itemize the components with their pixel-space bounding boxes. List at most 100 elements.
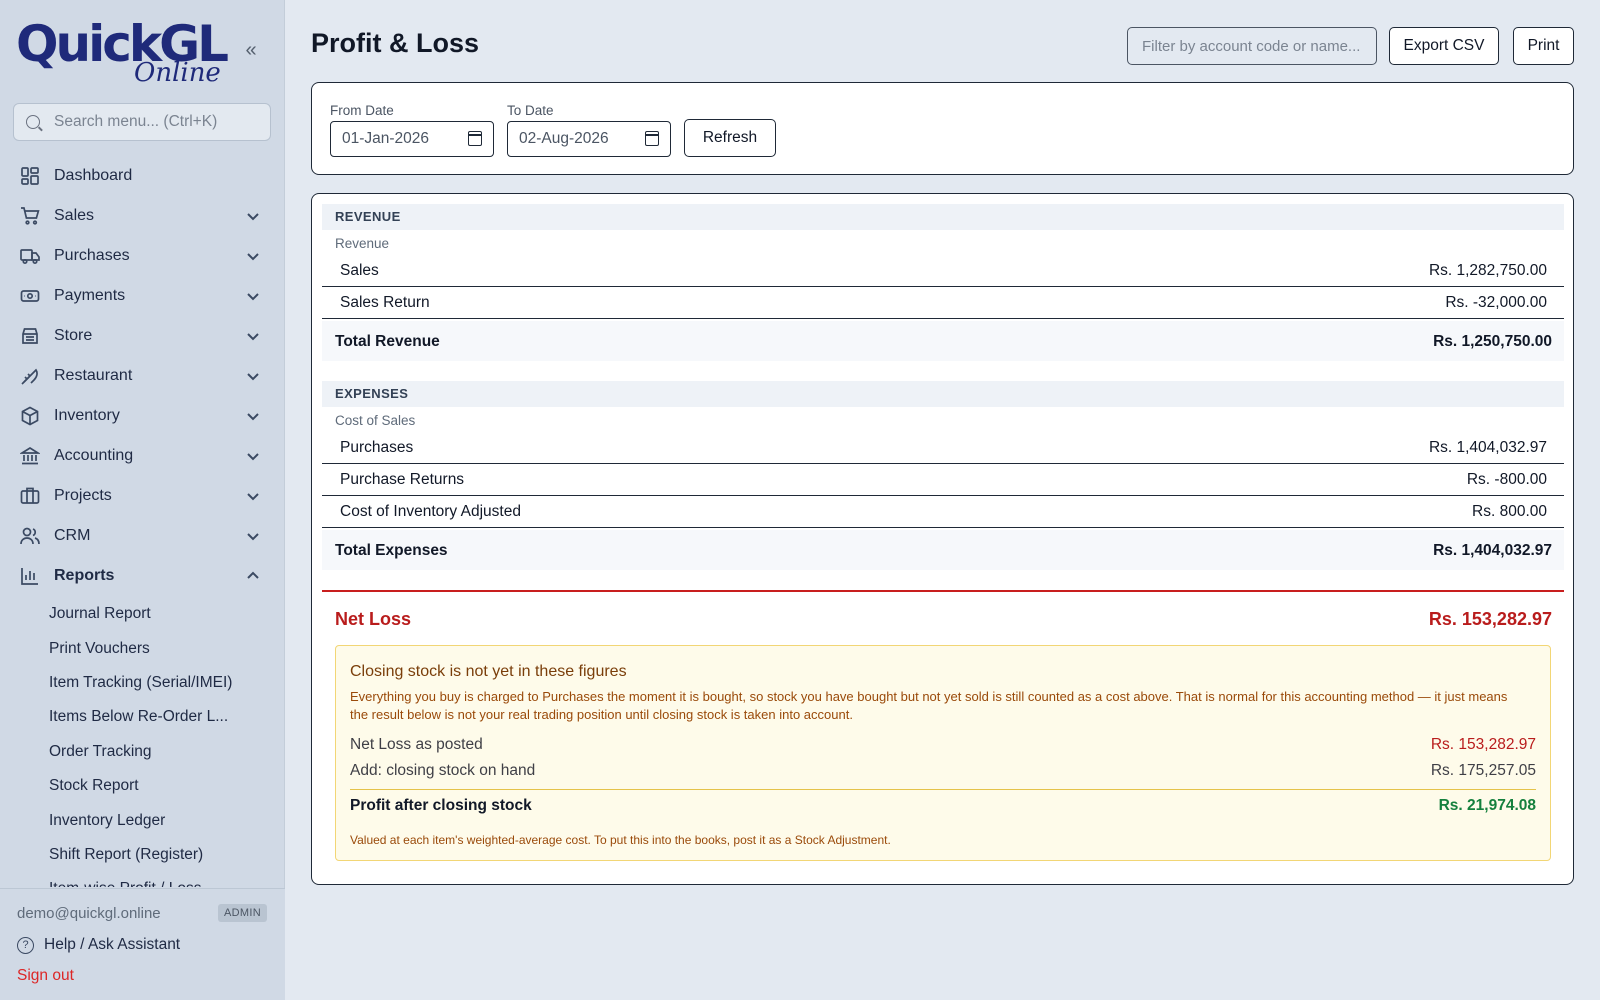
- submenu-item-order-tracking[interactable]: Order Tracking: [0, 735, 285, 769]
- help-link[interactable]: ? Help / Ask Assistant: [17, 936, 180, 954]
- sidebar-item-sales[interactable]: Sales: [0, 196, 285, 236]
- box-icon: [20, 406, 40, 426]
- profit-after-stock-amount: Rs. 21,974.08: [1438, 797, 1536, 814]
- to-date-label: To Date: [507, 103, 554, 118]
- submenu-item-inventory-ledger[interactable]: Inventory Ledger: [0, 803, 285, 837]
- sidebar-item-reports[interactable]: Reports: [0, 556, 285, 596]
- sidebar-item-payments[interactable]: Payments: [0, 276, 285, 316]
- total-amount: Rs. 1,404,032.97: [1433, 542, 1552, 559]
- profit-after-stock-row: Profit after closing stock Rs. 21,974.08: [350, 797, 1536, 815]
- closing-stock-amount: Rs. 175,257.05: [1430, 762, 1536, 779]
- submenu-item-journal-report[interactable]: Journal Report: [0, 597, 285, 631]
- sidebar-item-crm[interactable]: CRM: [0, 516, 285, 556]
- sidebar-item-accounting[interactable]: Accounting: [0, 436, 285, 476]
- briefcase-icon: [20, 486, 40, 506]
- sidebar-nav: Dashboard Sales Purchases Payments Store…: [0, 156, 285, 596]
- sign-out-link[interactable]: Sign out: [17, 967, 74, 985]
- sidebar-item-restaurant[interactable]: Restaurant: [0, 356, 285, 396]
- menu-search-placeholder: Search menu... (Ctrl+K): [54, 113, 218, 130]
- chevron-down-icon: [245, 328, 261, 344]
- sidebar-item-label: Purchases: [54, 247, 130, 264]
- table-row[interactable]: Purchases Rs. 1,404,032.97: [322, 432, 1564, 464]
- users-icon: [20, 526, 40, 546]
- logo-subtitle: Online: [134, 58, 221, 88]
- from-date-value: 01-Jan-2026: [342, 130, 430, 147]
- total-amount: Rs. 1,250,750.00: [1433, 333, 1552, 350]
- chevron-down-icon: [245, 408, 261, 424]
- account-name: Purchases: [340, 439, 414, 456]
- restaurant-icon: [20, 366, 40, 386]
- sidebar-item-inventory[interactable]: Inventory: [0, 396, 285, 436]
- account-name: Sales Return: [340, 294, 430, 311]
- table-row[interactable]: Purchase Returns Rs. -800.00: [322, 464, 1564, 496]
- chevron-down-icon: [245, 528, 261, 544]
- notice-body: Everything you buy is charged to Purchas…: [350, 689, 1508, 722]
- notice-title: Closing stock is not yet in these figure…: [350, 663, 627, 680]
- submenu-item-item-tracking[interactable]: Item Tracking (Serial/IMEI): [0, 666, 285, 700]
- sidebar-item-purchases[interactable]: Purchases: [0, 236, 285, 276]
- sidebar-item-label: Accounting: [54, 447, 134, 464]
- sidebar-item-dashboard[interactable]: Dashboard: [0, 156, 285, 196]
- account-filter-input[interactable]: [1127, 27, 1377, 65]
- account-amount: Rs. -32,000.00: [1445, 294, 1547, 311]
- sidebar-item-label: Store: [54, 327, 93, 344]
- to-date-input[interactable]: 02-Aug-2026: [507, 121, 671, 157]
- reports-submenu: Journal Report Print Vouchers Item Track…: [0, 597, 285, 887]
- money-icon: [20, 286, 40, 306]
- chevron-down-icon: [245, 248, 261, 264]
- print-button[interactable]: Print: [1513, 27, 1574, 65]
- sidebar-item-label: Inventory: [54, 407, 120, 424]
- revenue-group-label: Revenue: [335, 236, 390, 251]
- valuation-footnote: Valued at each item's weighted-average c…: [350, 833, 891, 847]
- sidebar-footer: demo@quickgl.online ADMIN ? Help / Ask A…: [0, 888, 285, 1000]
- chevron-down-icon: [245, 208, 261, 224]
- revenue-section-heading: REVENUE: [322, 204, 1564, 230]
- account-name: Purchase Returns: [340, 471, 465, 488]
- submenu-item-stock-report[interactable]: Stock Report: [0, 769, 285, 803]
- sidebar-item-projects[interactable]: Projects: [0, 476, 285, 516]
- table-row[interactable]: Sales Return Rs. -32,000.00: [322, 287, 1564, 319]
- sidebar-item-label: CRM: [54, 527, 91, 544]
- chevron-down-icon: [245, 488, 261, 504]
- date-filter-card: From Date 01-Jan-2026 To Date 02-Aug-202…: [311, 82, 1574, 175]
- help-label: Help / Ask Assistant: [44, 936, 181, 953]
- submenu-item-shift-report[interactable]: Shift Report (Register): [0, 838, 285, 872]
- notice-divider: [350, 789, 1536, 790]
- account-amount: Rs. 800.00: [1472, 503, 1547, 520]
- calendar-icon[interactable]: [468, 131, 482, 146]
- dashboard-icon: [20, 166, 40, 186]
- bar-chart-icon: [20, 566, 40, 586]
- submenu-item-item-wise-profit[interactable]: Item-wise Profit / Loss: [0, 872, 285, 887]
- store-icon: [20, 326, 40, 346]
- net-loss-posted-label: Net Loss as posted: [350, 736, 483, 753]
- sidebar-item-store[interactable]: Store: [0, 316, 285, 356]
- cart-icon: [20, 206, 40, 226]
- account-amount: Rs. -800.00: [1466, 471, 1547, 488]
- sidebar-item-label: Dashboard: [54, 167, 133, 184]
- net-loss-amount: Rs. 153,282.97: [1428, 609, 1552, 629]
- sidebar-item-label: Restaurant: [54, 367, 133, 384]
- menu-search-input[interactable]: Search menu... (Ctrl+K): [13, 103, 271, 141]
- collapse-sidebar-icon[interactable]: «: [240, 38, 262, 62]
- closing-stock-row: Add: closing stock on hand Rs. 175,257.0…: [350, 762, 1536, 780]
- refresh-button[interactable]: Refresh: [684, 119, 776, 157]
- submenu-item-print-vouchers[interactable]: Print Vouchers: [0, 631, 285, 665]
- export-csv-button[interactable]: Export CSV: [1389, 27, 1499, 65]
- search-icon: [26, 115, 40, 129]
- account-amount: Rs. 1,282,750.00: [1428, 262, 1547, 279]
- submenu-item-items-below-reorder[interactable]: Items Below Re-Order L...: [0, 700, 285, 734]
- quickgl-logo[interactable]: QuickGL Online: [16, 14, 229, 90]
- calendar-icon[interactable]: [645, 131, 659, 146]
- table-row[interactable]: Sales Rs. 1,282,750.00: [322, 255, 1564, 287]
- profit-after-stock-label: Profit after closing stock: [350, 797, 532, 814]
- table-row[interactable]: Cost of Inventory Adjusted Rs. 800.00: [322, 496, 1564, 528]
- closing-stock-label: Add: closing stock on hand: [350, 762, 536, 779]
- user-email: demo@quickgl.online: [17, 905, 161, 922]
- net-loss-label: Net Loss: [335, 609, 412, 629]
- account-amount: Rs. 1,404,032.97: [1428, 439, 1547, 456]
- net-loss-posted-row: Net Loss as posted Rs. 153,282.97: [350, 736, 1536, 754]
- chevron-down-icon: [245, 368, 261, 384]
- sidebar: QuickGL Online « Search menu... (Ctrl+K)…: [0, 0, 285, 1000]
- total-revenue-row: Total Revenue Rs. 1,250,750.00: [322, 321, 1564, 361]
- from-date-input[interactable]: 01-Jan-2026: [330, 121, 494, 157]
